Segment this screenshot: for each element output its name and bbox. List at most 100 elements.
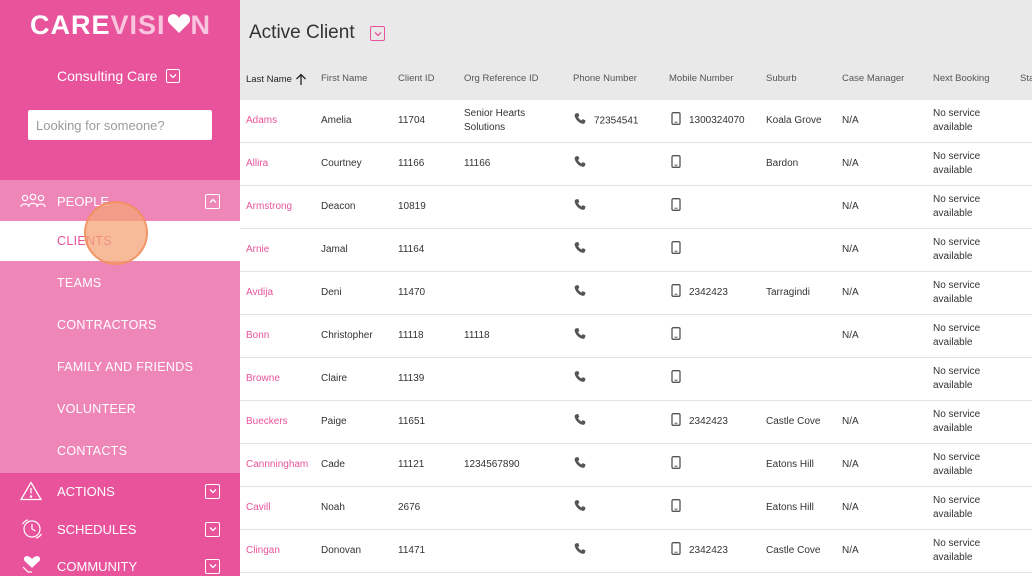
chevron-up-icon[interactable] bbox=[205, 193, 220, 209]
first-name-cell: Deni bbox=[321, 287, 342, 298]
last-name-link[interactable]: Allira bbox=[246, 157, 268, 171]
chevron-down-icon[interactable] bbox=[205, 521, 220, 537]
mobile-icon bbox=[671, 155, 681, 173]
carevision-logo[interactable]: CARE VISI N bbox=[30, 10, 211, 41]
first-name-cell: Christopher bbox=[321, 330, 373, 341]
mobile-cell[interactable]: 2342423 bbox=[671, 284, 728, 302]
nav-item-family-and-friends[interactable]: FAMILY AND FRIENDS bbox=[0, 347, 240, 387]
column-header-status[interactable]: Sta bbox=[1020, 73, 1032, 84]
suburb-cell: Castle Cove bbox=[766, 545, 821, 556]
client-id-cell: 11139 bbox=[398, 373, 425, 384]
first-name-cell: Claire bbox=[321, 373, 348, 384]
last-name-link[interactable]: Cavill bbox=[246, 501, 270, 515]
next-booking-cell: No service available bbox=[933, 538, 981, 563]
phone-icon bbox=[574, 242, 586, 259]
mobile-cell[interactable] bbox=[671, 198, 689, 216]
column-header-last-name[interactable]: Last Name bbox=[246, 73, 307, 86]
last-name-link[interactable]: Arnie bbox=[246, 243, 269, 257]
schedules-header[interactable]: SCHEDULES bbox=[0, 510, 240, 548]
table-row[interactable]: Avdija Deni 11470 Tarragindi N/A No service a… bbox=[240, 272, 1032, 315]
phone-cell[interactable] bbox=[574, 371, 594, 388]
case-manager-cell: N/A bbox=[842, 459, 859, 470]
mobile-cell[interactable]: 1300324070 bbox=[671, 112, 745, 130]
community-header[interactable]: COMMUNITY bbox=[0, 547, 240, 576]
case-manager-cell: N/A bbox=[842, 201, 859, 212]
mobile-cell[interactable] bbox=[671, 456, 689, 474]
nav-item-volunteer[interactable]: VOLUNTEER bbox=[0, 389, 240, 429]
table-row[interactable]: Bueckers Paige 11651 Castle Cove N/A No servi… bbox=[240, 401, 1032, 444]
mobile-cell[interactable] bbox=[671, 241, 689, 259]
search-input[interactable] bbox=[28, 110, 212, 140]
first-name-cell: Jamal bbox=[321, 244, 348, 255]
table-row[interactable]: Clingan Donovan 11471 Castle Cove N/A No serv… bbox=[240, 530, 1032, 573]
chevron-down-icon[interactable] bbox=[205, 483, 220, 499]
last-name-link[interactable]: Bonn bbox=[246, 329, 269, 343]
mobile-cell[interactable] bbox=[671, 155, 689, 173]
phone-cell[interactable] bbox=[574, 457, 594, 474]
table-header-bar: Active Client Last Name First Name Clien… bbox=[240, 0, 1032, 100]
logo-n: N bbox=[190, 10, 212, 40]
column-header-client-id[interactable]: Client ID bbox=[398, 73, 434, 84]
client-id-cell: 2676 bbox=[398, 502, 421, 513]
phone-cell[interactable] bbox=[574, 285, 594, 302]
last-name-link[interactable]: Browne bbox=[246, 372, 280, 386]
table-row[interactable]: Armstrong Deacon 10819 N/A No service availa… bbox=[240, 186, 1032, 229]
mobile-number: 1300324070 bbox=[689, 115, 745, 126]
phone-cell[interactable] bbox=[574, 543, 594, 560]
chevron-down-icon[interactable] bbox=[370, 26, 385, 41]
mobile-cell[interactable]: 2342423 bbox=[671, 542, 728, 560]
last-name-link[interactable]: Armstrong bbox=[246, 200, 292, 214]
table-row[interactable]: Bonn Christopher 11118 11118 N/A No service a… bbox=[240, 315, 1032, 358]
nav-item-contacts[interactable]: CONTACTS bbox=[0, 431, 240, 471]
column-header-next-booking[interactable]: Next Booking bbox=[933, 73, 990, 84]
table-row[interactable]: Browne Claire 11139 No service available bbox=[240, 358, 1032, 401]
mobile-icon bbox=[671, 284, 681, 302]
table-row[interactable]: Cavill Noah 2676 Eatons Hill N/A No service a… bbox=[240, 487, 1032, 530]
mobile-cell[interactable] bbox=[671, 370, 689, 388]
table-row[interactable]: Allira Courtney 11166 11166 Bardon N/A No serv… bbox=[240, 143, 1032, 186]
phone-cell[interactable] bbox=[574, 328, 594, 345]
mobile-icon bbox=[671, 413, 681, 431]
next-booking-cell: No service available bbox=[933, 452, 981, 477]
next-booking-cell: No service available bbox=[933, 366, 981, 391]
mobile-cell[interactable]: 2342423 bbox=[671, 413, 728, 431]
phone-cell[interactable] bbox=[574, 156, 594, 173]
mobile-cell[interactable] bbox=[671, 499, 689, 517]
org-selector[interactable]: Consulting Care bbox=[57, 68, 181, 84]
mobile-number: 2342423 bbox=[689, 545, 728, 556]
first-name-cell: Cade bbox=[321, 459, 345, 470]
phone-icon bbox=[574, 113, 586, 130]
column-header-mobile-number[interactable]: Mobile Number bbox=[669, 73, 733, 84]
mobile-cell[interactable] bbox=[671, 327, 689, 345]
column-header-suburb[interactable]: Suburb bbox=[766, 73, 797, 84]
phone-cell[interactable]: 72354541 bbox=[574, 113, 639, 130]
phone-cell[interactable] bbox=[574, 500, 594, 517]
next-booking-cell: No service available bbox=[933, 194, 981, 219]
phone-cell[interactable] bbox=[574, 414, 594, 431]
column-header-case-manager[interactable]: Case Manager bbox=[842, 73, 904, 84]
suburb-cell: Eatons Hill bbox=[766, 502, 814, 513]
column-header-org-reference-id[interactable]: Org Reference ID bbox=[464, 73, 538, 84]
suburb-cell: Castle Cove bbox=[766, 416, 821, 427]
column-header-phone-number[interactable]: Phone Number bbox=[573, 73, 637, 84]
nav-item-teams[interactable]: TEAMS bbox=[0, 263, 240, 303]
table-row[interactable]: Adams Amelia 11704 Senior Hearts Solutions K… bbox=[240, 100, 1032, 143]
last-name-link[interactable]: Cannningham bbox=[246, 458, 308, 472]
column-header-first-name[interactable]: First Name bbox=[321, 73, 367, 84]
phone-cell[interactable] bbox=[574, 242, 594, 259]
actions-header[interactable]: ACTIONS bbox=[0, 472, 240, 510]
case-manager-cell: N/A bbox=[842, 330, 859, 341]
chevron-down-icon[interactable] bbox=[205, 558, 220, 574]
table-row[interactable]: Arnie Jamal 11164 N/A No service available bbox=[240, 229, 1032, 272]
last-name-link[interactable]: Avdija bbox=[246, 286, 273, 300]
last-name-link[interactable]: Clingan bbox=[246, 544, 280, 558]
phone-cell[interactable] bbox=[574, 199, 594, 216]
sidebar: CAREVISIN Consulting Care PEOPLE CLIENTS… bbox=[0, 0, 240, 576]
last-name-link[interactable]: Adams bbox=[246, 114, 277, 128]
nav-item-contractors[interactable]: CONTRACTORS bbox=[0, 305, 240, 345]
last-name-link[interactable]: Bueckers bbox=[246, 415, 288, 429]
client-id-cell: 11121 bbox=[398, 459, 425, 470]
logo-vision: VISI bbox=[110, 10, 166, 40]
next-booking-cell: No service available bbox=[933, 151, 981, 176]
table-row[interactable]: Cannningham Cade 11121 1234567890 Eatons Hil… bbox=[240, 444, 1032, 487]
